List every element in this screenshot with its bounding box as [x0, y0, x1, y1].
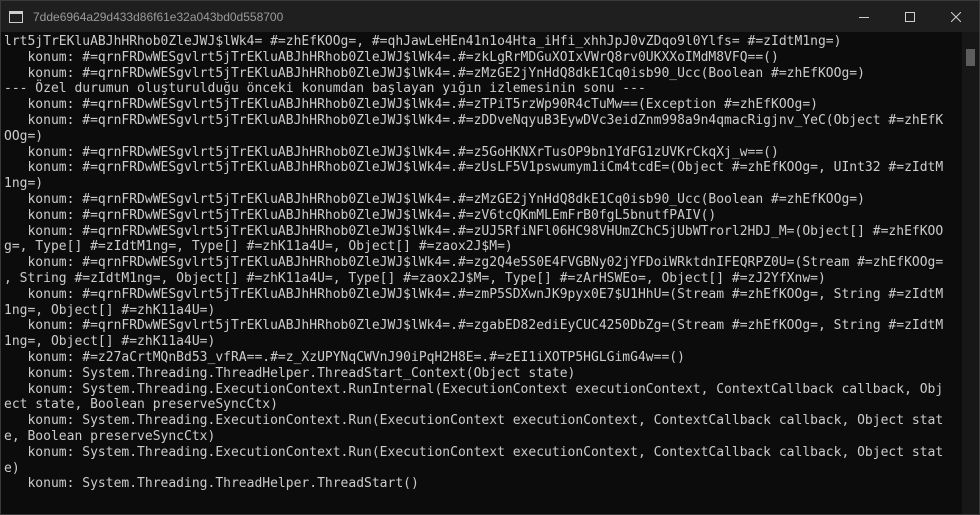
console-window-icon[interactable]	[9, 10, 23, 23]
console-line: konum: #=qrnFRDwWESgvlrt5jTrEKluABJhHRho…	[4, 112, 944, 128]
console-line: konum: #=qrnFRDwWESgvlrt5jTrEKluABJhHRho…	[4, 223, 944, 239]
title-bar[interactable]: 7dde6964a29d433d86f61e32a043bd0d558700	[1, 1, 979, 32]
console-line: e)	[4, 460, 20, 476]
console-line: konum: #=qrnFRDwWESgvlrt5jTrEKluABJhHRho…	[4, 97, 818, 113]
vertical-scrollbar[interactable]	[962, 32, 979, 514]
scrollbar-thumb[interactable]	[966, 49, 975, 66]
minimize-icon	[859, 16, 869, 18]
console-line: g=, Type[] #=zIdtM1ng=, Type[] #=zhK11a4…	[4, 239, 513, 255]
console-line: konum: System.Threading.ThreadHelper.Thr…	[4, 476, 419, 492]
console-line: konum: #=qrnFRDwWESgvlrt5jTrEKluABJhHRho…	[4, 49, 779, 65]
console-line: konum: #=qrnFRDwWESgvlrt5jTrEKluABJhHRho…	[4, 255, 944, 271]
maximize-button[interactable]	[887, 1, 933, 32]
console-line: e, Boolean preserveSyncCtx)	[4, 428, 216, 444]
console-line: 1ng=, Object[] #=zhK11a4U=)	[4, 302, 216, 318]
window-title: 7dde6964a29d433d86f61e32a043bd0d558700	[33, 9, 284, 24]
console-line: konum: #=z27aCrtMQnBd53_vfRA==.#=z_XzUPY…	[4, 349, 685, 365]
window-controls	[841, 1, 979, 32]
close-button[interactable]	[933, 1, 979, 32]
console-line: konum: System.Threading.ExecutionContext…	[4, 381, 944, 397]
console-line: konum: #=qrnFRDwWESgvlrt5jTrEKluABJhHRho…	[4, 318, 944, 334]
console-line: 1ng=, Object[] #=zhK11a4U=)	[4, 334, 216, 350]
console-line: lrt5jTrEKluABJhHRhob0ZleJWJ$lWk4= #=zhEf…	[4, 34, 842, 49]
console-line: konum: #=qrnFRDwWESgvlrt5jTrEKluABJhHRho…	[4, 207, 717, 223]
console-line: konum: System.Threading.ExecutionContext…	[4, 444, 944, 460]
console-output[interactable]: lrt5jTrEKluABJhHRhob0ZleJWJ$lWk4= #=zhEf…	[1, 32, 962, 514]
console-window: 7dde6964a29d433d86f61e32a043bd0d558700 l…	[0, 0, 980, 515]
maximize-icon	[905, 11, 915, 22]
console-line: konum: #=qrnFRDwWESgvlrt5jTrEKluABJhHRho…	[4, 160, 944, 176]
console-line: konum: #=qrnFRDwWESgvlrt5jTrEKluABJhHRho…	[4, 144, 779, 160]
console-line: --- Özel durumun oluşturulduğu önceki ko…	[4, 81, 646, 97]
console-line: konum: System.Threading.ThreadHelper.Thr…	[4, 365, 576, 381]
console-line: konum: #=qrnFRDwWESgvlrt5jTrEKluABJhHRho…	[4, 191, 865, 207]
console-line: konum: System.Threading.ExecutionContext…	[4, 413, 944, 429]
console-line: konum: #=qrnFRDwWESgvlrt5jTrEKluABJhHRho…	[4, 286, 944, 302]
close-icon	[951, 11, 961, 22]
console-line: 1ng=)	[4, 176, 44, 192]
console-line: ect state, Boolean preserveSyncCtx)	[4, 397, 278, 413]
console-line: OOg=)	[4, 128, 44, 144]
minimize-button[interactable]	[841, 1, 887, 32]
console-line: konum: #=qrnFRDwWESgvlrt5jTrEKluABJhHRho…	[4, 65, 865, 81]
console-line: , String #=zIdtM1ng=, Object[] #=zhK11a4…	[4, 270, 826, 286]
